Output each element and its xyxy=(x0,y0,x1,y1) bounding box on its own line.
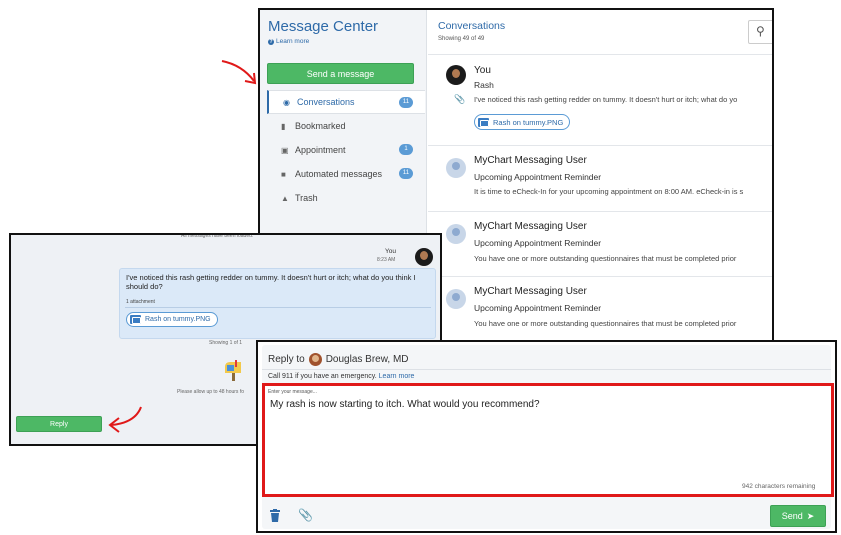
conversation-preview: You have one or more outstanding questio… xyxy=(474,254,737,263)
send-arrow-icon: ➤ xyxy=(806,510,815,521)
sidebar-item-label: Appointment xyxy=(295,145,346,155)
conversations-count: Showing 49 of 49 xyxy=(438,36,485,42)
recipient-name: Douglas Brew, MD xyxy=(325,354,409,365)
emergency-text: Call 911 if you have an emergency. xyxy=(268,373,377,380)
conversation-preview: It is time to eCheck-In for your upcomin… xyxy=(474,187,744,196)
message-bubble: I've noticed this rash getting redder on… xyxy=(119,268,436,339)
chat-bubble-icon: ◉ xyxy=(283,97,290,107)
conversation-item[interactable]: MyChart Messaging User Upcoming Appointm… xyxy=(428,145,772,211)
conversation-item[interactable]: MyChart Messaging User Upcoming Appointm… xyxy=(428,211,772,276)
message-field-label: Enter your message... xyxy=(268,389,317,395)
message-time: 8:23 AM xyxy=(377,257,396,263)
attachment-chip[interactable]: Rash on tummy.PNG xyxy=(474,114,571,130)
attachment-name: Rash on tummy.PNG xyxy=(145,316,211,323)
attach-file-icon[interactable]: 📎 xyxy=(298,508,313,522)
sidebar-item-bookmarked[interactable]: ▮ Bookmarked xyxy=(267,114,425,138)
annotation-arrow-icon xyxy=(221,60,257,85)
image-icon xyxy=(130,315,141,324)
help-icon: ? xyxy=(268,38,274,45)
attachment-chip[interactable]: Rash on tummy.PNG xyxy=(126,312,218,327)
sidebar-menu: ◉ Conversations 11 ▮ Bookmarked ▣ Appoin… xyxy=(267,90,425,210)
avatar xyxy=(446,289,466,309)
trash-icon[interactable] xyxy=(270,509,280,522)
conversation-subject: Rash xyxy=(474,80,494,90)
unread-count-badge: 11 xyxy=(399,97,413,108)
attachment-count: 1 attachment xyxy=(126,299,155,305)
divider xyxy=(125,307,431,308)
send-message-button[interactable]: Send a message xyxy=(267,63,414,84)
search-icon: ⚲ xyxy=(756,24,765,38)
learn-more-label: Learn more xyxy=(276,38,310,45)
calendar-icon: ▣ xyxy=(281,145,289,155)
divider xyxy=(262,369,831,370)
conversations-title: Conversations xyxy=(438,20,506,32)
mailbox-icon xyxy=(225,360,241,381)
unread-count-badge: 11 xyxy=(399,168,413,179)
composer-card: Reply to Douglas Brew, MD Call 911 if yo… xyxy=(262,345,834,529)
avatar xyxy=(446,65,466,85)
bookmark-icon: ▮ xyxy=(281,121,286,131)
conversation-preview: You have one or more outstanding questio… xyxy=(474,319,737,328)
conversation-sender: MyChart Messaging User xyxy=(474,221,587,232)
message-count: Showing 1 of 1 xyxy=(209,340,243,346)
conversation-subject: Upcoming Appointment Reminder xyxy=(474,238,602,248)
message-field-text: My rash is now starting to itch. What wo… xyxy=(270,399,540,410)
attachment-name: Rash on tummy.PNG xyxy=(493,117,564,127)
message-field[interactable]: Enter your message... My rash is now sta… xyxy=(262,383,834,497)
avatar xyxy=(308,353,322,366)
emergency-notice: Call 911 if you have an emergency. Learn… xyxy=(268,373,414,380)
reply-button[interactable]: Reply xyxy=(16,416,102,432)
avatar xyxy=(446,224,466,244)
avatar xyxy=(446,158,466,178)
reply-to-label: Reply to xyxy=(268,354,305,365)
characters-remaining: 942 characters remaining xyxy=(742,483,816,490)
conversation-sender: MyChart Messaging User xyxy=(474,286,587,297)
message-sender: You xyxy=(385,248,396,255)
page-title: Message Center xyxy=(268,18,379,35)
reply-composer-window: Reply to Douglas Brew, MD Call 911 if yo… xyxy=(256,340,837,533)
send-button-label: Send xyxy=(781,511,803,521)
conversation-item[interactable]: MyChart Messaging User Upcoming Appointm… xyxy=(428,276,772,345)
sidebar-item-label: Bookmarked xyxy=(295,121,346,131)
conversation-subject: Upcoming Appointment Reminder xyxy=(474,303,602,313)
conversation-sender: You xyxy=(474,65,491,76)
sidebar-item-appointment[interactable]: ▣ Appointment 1 xyxy=(267,138,425,162)
sidebar-item-automated-messages[interactable]: ■ Automated messages 11 xyxy=(267,162,425,186)
folder-icon: ■ xyxy=(281,169,286,179)
sidebar-item-label: Automated messages xyxy=(295,169,383,179)
sidebar-item-label: Conversations xyxy=(297,97,355,107)
image-icon xyxy=(478,117,489,127)
sidebar-item-conversations[interactable]: ◉ Conversations 11 xyxy=(267,90,425,114)
sidebar-item-trash[interactable]: ▲ Trash xyxy=(267,186,425,210)
send-button[interactable]: Send ➤ xyxy=(770,505,826,527)
response-time-note: Please allow up to 48 hours fo xyxy=(177,389,244,395)
message-body: I've noticed this rash getting redder on… xyxy=(126,273,416,291)
trash-icon: ▲ xyxy=(281,193,289,203)
search-button[interactable]: ⚲ xyxy=(748,20,772,44)
emergency-learn-more-link[interactable]: Learn more xyxy=(379,373,415,380)
messages-loaded-note: All messages have been loaded. xyxy=(181,233,254,239)
conversation-subject: Upcoming Appointment Reminder xyxy=(474,172,602,182)
reply-to-header: Reply to Douglas Brew, MD xyxy=(268,353,409,366)
learn-more-link[interactable]: ? Learn more xyxy=(268,38,309,45)
sidebar-item-label: Trash xyxy=(295,193,318,203)
conversation-preview: I've noticed this rash getting redder on… xyxy=(474,95,738,104)
conversation-item[interactable]: You Rash 📎 I've noticed this rash gettin… xyxy=(428,54,772,145)
avatar xyxy=(415,248,433,266)
annotation-arrow-icon xyxy=(108,406,142,433)
conversation-sender: MyChart Messaging User xyxy=(474,155,587,166)
paperclip-icon: 📎 xyxy=(454,94,466,104)
conversations-pane: Conversations Showing 49 of 49 ⚲ You Ras… xyxy=(428,10,772,345)
unread-count-badge: 1 xyxy=(399,144,413,155)
